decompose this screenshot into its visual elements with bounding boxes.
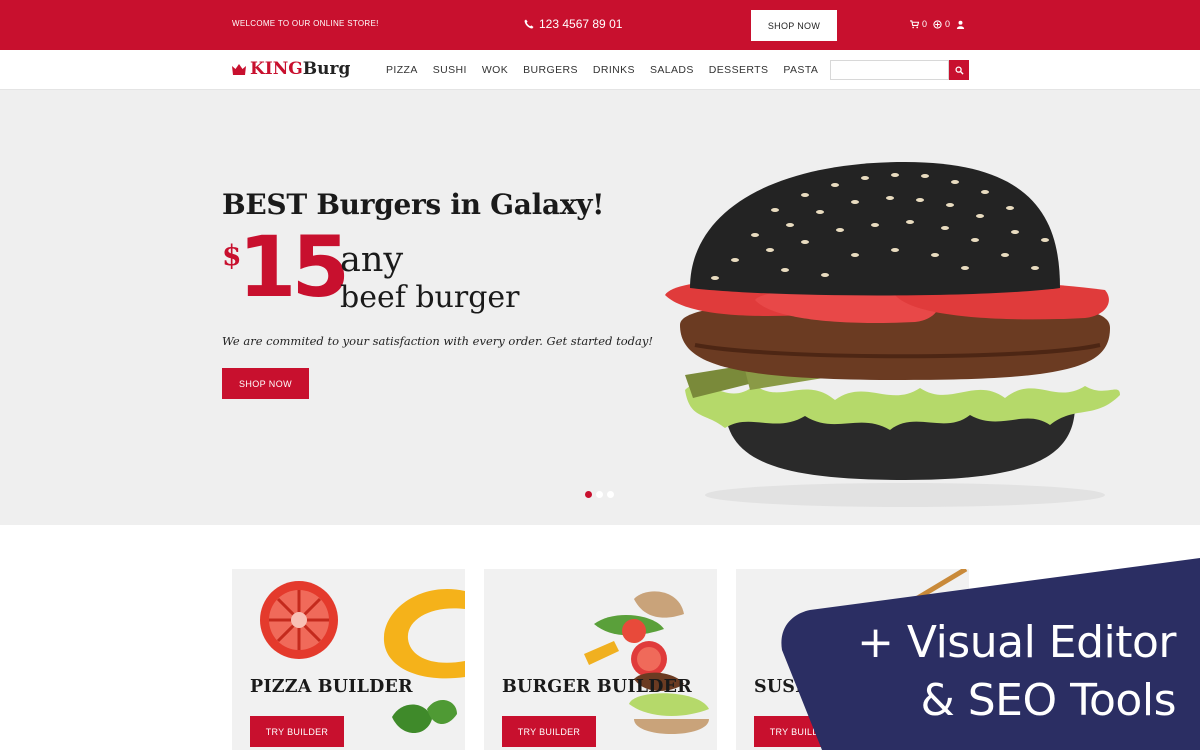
nav-item-drinks[interactable]: DRINKS [593, 64, 635, 76]
cart-icon [910, 19, 919, 28]
crown-icon [232, 63, 246, 75]
main-navbar: KINGBurg PIZZA SUSHI WOK BURGERS DRINKS … [0, 50, 1200, 90]
welcome-text: WELCOME TO OUR ONLINE STORE! [232, 19, 379, 28]
compare-count: 0 [945, 19, 951, 29]
logo-king: KING [250, 59, 303, 79]
cart-count: 0 [922, 19, 928, 29]
compare-icon [933, 19, 942, 29]
nav-item-wok[interactable]: WOK [482, 64, 508, 76]
slider-dots [585, 491, 614, 498]
phone-contact[interactable]: 123 4567 89 01 [524, 17, 622, 31]
try-builder-button[interactable]: TRY BUILDER [250, 716, 344, 747]
hero-slider: BEST Burgers in Galaxy! $ 15 any beef bu… [0, 90, 1200, 525]
header-actions: 0 0 [910, 19, 965, 29]
slider-dot-3[interactable] [607, 491, 614, 498]
card-title: BURGER BUILDER [502, 677, 692, 697]
nav-item-pasta[interactable]: PASTA [783, 64, 818, 76]
top-bar: WELCOME TO OUR ONLINE STORE! 123 4567 89… [0, 0, 1200, 50]
search-box [830, 60, 969, 80]
promo-line-1: + Visual Editor [857, 617, 1176, 668]
promo-line-2: & SEO Tools [920, 675, 1176, 726]
try-builder-button[interactable]: TRY BUILDER [502, 716, 596, 747]
nav-item-sushi[interactable]: SUSHI [433, 64, 467, 76]
hero-shop-now-button[interactable]: SHOP NOW [222, 368, 309, 399]
nav-item-salads[interactable]: SALADS [650, 64, 694, 76]
search-input[interactable] [830, 60, 949, 80]
card-title: PIZZA BUILDER [250, 677, 413, 697]
promo-text: + Visual Editor & SEO Tools [836, 614, 1176, 730]
nav-item-burgers[interactable]: BURGERS [523, 64, 578, 76]
category-menu: PIZZA SUSHI WOK BURGERS DRINKS SALADS DE… [386, 64, 833, 76]
nav-item-desserts[interactable]: DESSERTS [709, 64, 769, 76]
logo-burg: Burg [302, 59, 351, 79]
search-icon [954, 65, 964, 75]
offer-line-1: any [340, 240, 404, 280]
phone-number: 123 4567 89 01 [539, 17, 623, 31]
search-button[interactable] [949, 60, 969, 80]
offer-line-2: beef burger [340, 280, 520, 315]
user-icon [956, 20, 965, 29]
nav-item-pizza[interactable]: PIZZA [386, 64, 418, 76]
cart-link[interactable]: 0 [910, 19, 927, 29]
hero-title: BEST Burgers in Galaxy! [222, 188, 605, 221]
slider-dot-1[interactable] [585, 491, 592, 498]
pizza-builder-card: PIZZA BUILDER TRY BUILDER [232, 569, 465, 750]
slider-dot-2[interactable] [596, 491, 603, 498]
account-link[interactable] [956, 20, 965, 29]
phone-icon [524, 19, 534, 29]
price-value: 15 [238, 218, 350, 316]
compare-link[interactable]: 0 [933, 19, 950, 29]
site-logo[interactable]: KINGBurg [232, 59, 350, 79]
burger-builder-card: BURGER BUILDER TRY BUILDER [484, 569, 717, 750]
burger-image [665, 162, 1120, 507]
hero-tagline: We are commited to your satisfaction wit… [222, 334, 653, 348]
shop-now-top-button[interactable]: SHOP NOW [751, 10, 837, 41]
